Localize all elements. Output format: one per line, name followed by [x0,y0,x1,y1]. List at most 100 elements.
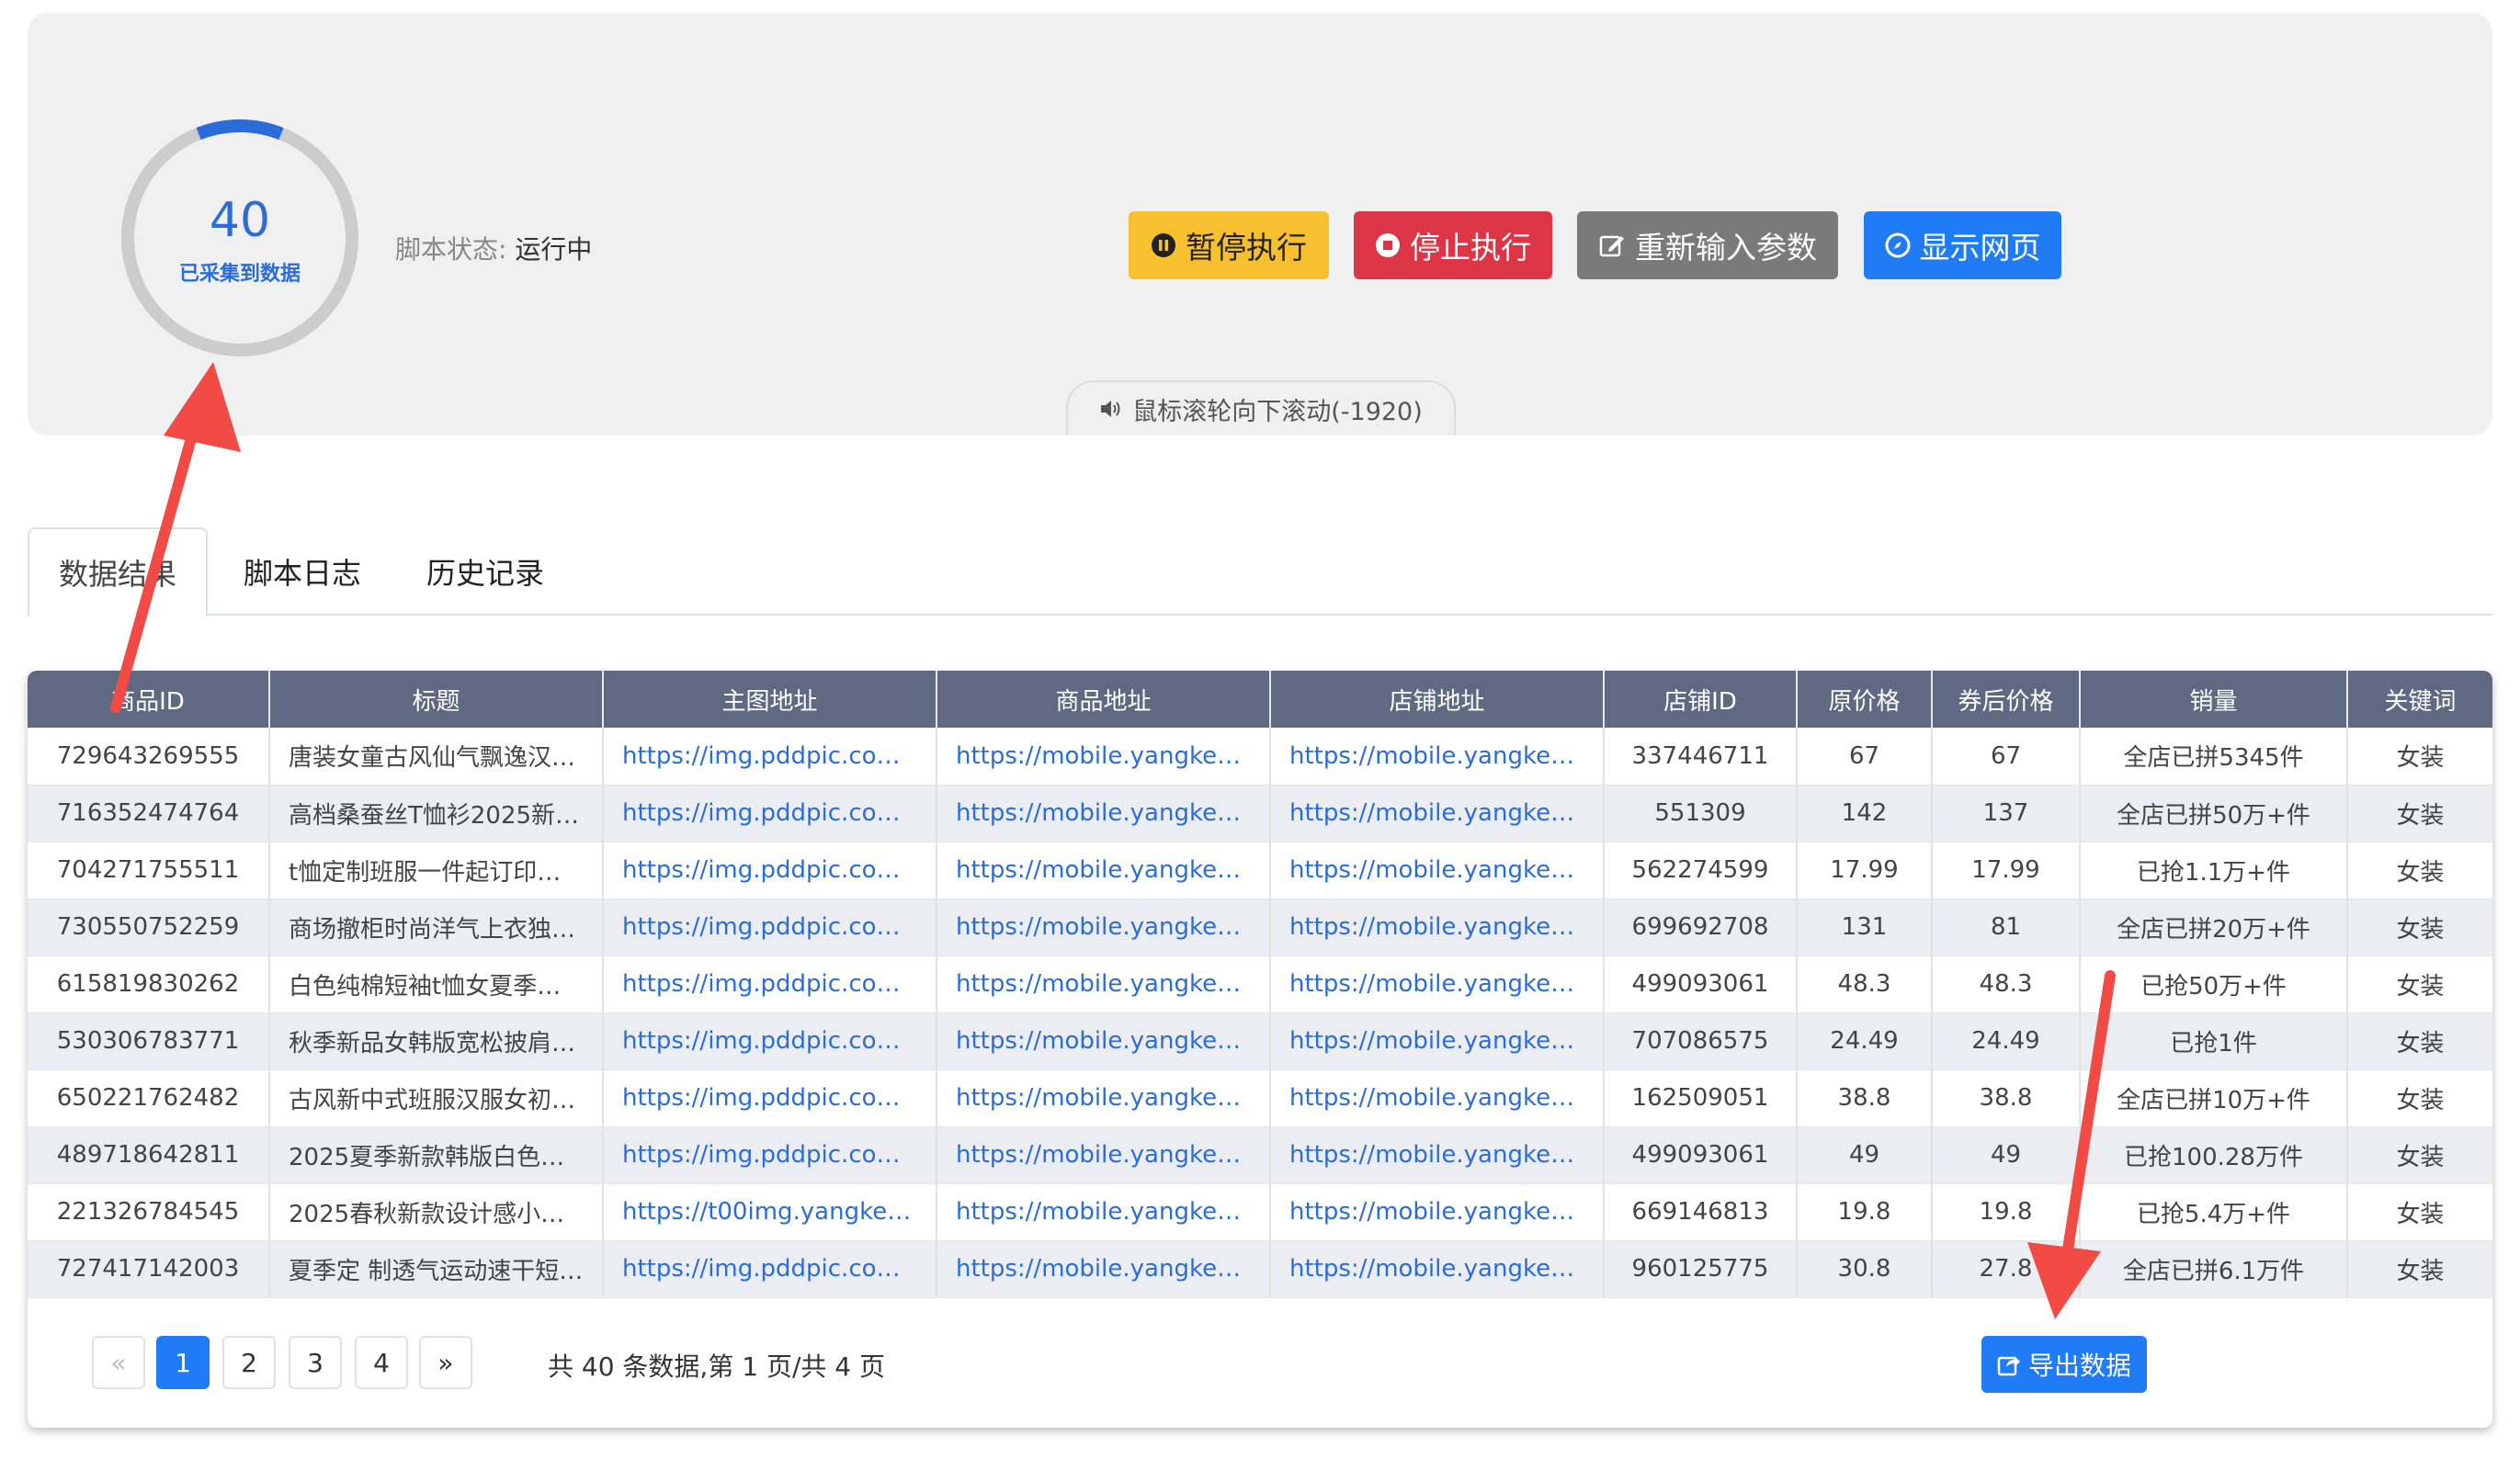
table-row[interactable]: 730550752259 商场撤柜时尚洋气上衣独… https://img.pddp… [28,899,2492,956]
data-table-card: 商品ID 标题 主图地址 商品地址 店铺地址 店铺ID 原价格 券后价格 销量 … [28,671,2492,1428]
table-cell: 高档桑蚕丝T恤衫2025新… [269,785,604,842]
table-cell: 19.8 [1797,1183,1933,1241]
scroll-indicator: 鼠标滚轮向下滚动(-1920) [1066,380,1456,435]
column-header[interactable]: 原价格 [1797,671,1933,728]
table-cell-link[interactable]: https://mobile.yangkeduo.… [936,956,1271,1013]
column-header[interactable]: 标题 [269,671,604,728]
table-cell-link[interactable]: https://mobile.yangkeduo.… [936,1240,1271,1298]
table-cell-link[interactable]: https://img.pddpic.com/g… [603,842,937,899]
table-cell: 67 [1932,728,2081,786]
table-row[interactable]: 716352474764 高档桑蚕丝T恤衫2025新… https://img.pd… [28,785,2492,842]
export-data-button[interactable]: 导出数据 [1981,1336,2147,1393]
table-cell: 67 [1797,728,1933,786]
table-cell-link[interactable]: https://mobile.yangkeduo.… [936,1012,1271,1070]
table-cell: 女装 [2347,842,2492,899]
table-cell-link[interactable]: https://mobile.yangkeduo.… [936,899,1271,956]
show-page-button[interactable]: 显示网页 [1864,211,2061,279]
tab-script-log[interactable]: 脚本日志 [215,527,390,616]
table-row[interactable]: 489718642811 2025夏季新款韩版白色纯… https://img.pd… [28,1126,2492,1184]
table-row[interactable]: 615819830262 白色纯棉短袖t恤女夏季宽… https://img.pdd… [28,956,2492,1013]
table-cell-link[interactable]: https://mobile.yangkeduo.… [1270,1183,1605,1241]
table-row[interactable]: 530306783771 秋季新品女韩版宽松披肩… https://img.pddp… [28,1012,2492,1070]
table-cell-link[interactable]: https://img.pddpic.com/… [603,956,937,1013]
stop-button[interactable]: 停止执行 [1354,211,1552,279]
table-cell-link[interactable]: https://mobile.yangkeduo.… [936,1069,1271,1127]
table-cell-link[interactable]: https://mobile.yangkeduo.… [1270,1069,1605,1127]
compass-icon [1885,232,1910,258]
table-cell: 女装 [2347,1126,2492,1184]
data-table: 商品ID 标题 主图地址 商品地址 店铺地址 店铺ID 原价格 券后价格 销量 … [28,671,2492,1298]
tab-data-results[interactable]: 数据结果 [28,527,208,617]
column-header[interactable]: 销量 [2080,671,2348,728]
table-cell-link[interactable]: https://t00img.yangkeduo… [603,1183,937,1241]
table-cell-link[interactable]: https://mobile.yangkeduo.… [1270,842,1605,899]
table-cell-link[interactable]: https://mobile.yangkeduo.… [1270,899,1605,956]
column-header[interactable]: 券后价格 [1932,671,2081,728]
table-cell: 27.8 [1932,1240,2081,1298]
column-header[interactable]: 关键词 [2347,671,2492,728]
table-row[interactable]: 727417142003 夏季定 制透气运动速干短… https://img.pdd… [28,1240,2492,1298]
table-cell-link[interactable]: https://img.pddpic.com/g… [603,1126,937,1184]
table-cell-link[interactable]: https://mobile.yangkeduo.… [936,1126,1271,1184]
page-number: 4 [373,1347,390,1378]
column-header[interactable]: 店铺地址 [1270,671,1605,728]
table-row[interactable]: 704271755511 t恤定制班服一件起订印字… https://img.pdd… [28,842,2492,899]
table-cell: 2025夏季新款韩版白色纯… [269,1126,604,1184]
page-button-4[interactable]: 4 [355,1336,408,1389]
column-header[interactable]: 店铺ID [1604,671,1798,728]
tab-history[interactable]: 历史记录 [395,527,575,616]
table-cell: 730550752259 [28,899,270,956]
table-cell: 727417142003 [28,1240,270,1298]
table-row[interactable]: 221326784545 2025春秋新款设计感小众… https://t00img… [28,1183,2492,1241]
table-cell: 131 [1797,899,1933,956]
column-header[interactable]: 商品ID [28,671,270,728]
table-cell-link[interactable]: https://img.pddpic.com/… [603,899,937,956]
table-cell: 729643269555 [28,728,270,786]
stop-button-label: 停止执行 [1410,230,1531,266]
table-cell: 古风新中式班服汉服女初… [269,1069,604,1127]
table-cell-link[interactable]: https://img.pddpic.com/… [603,1069,937,1127]
table-cell-link[interactable]: https://img.pddpic.com/… [603,728,937,786]
table-row[interactable]: 650221762482 古风新中式班服汉服女初… https://img.pddp… [28,1069,2492,1127]
progress-ring: 40 已采集到数据 [119,118,360,358]
table-cell-link[interactable]: https://img.pddpic.com/g… [603,785,937,842]
table-cell-link[interactable]: https://img.pddpic.com/… [603,1012,937,1070]
table-cell-link[interactable]: https://mobile.yangkeduo.… [1270,728,1605,786]
page-next-button[interactable]: » [419,1336,472,1389]
table-cell: 19.8 [1932,1183,2081,1241]
column-header[interactable]: 商品地址 [936,671,1271,728]
table-cell-link[interactable]: https://img.pddpic.com/… [603,1240,937,1298]
table-cell-link[interactable]: https://mobile.yangkeduo.… [936,728,1271,786]
script-status-value: 运行中 [515,234,593,265]
page-button-1[interactable]: 1 [156,1336,210,1389]
table-cell: 49 [1797,1126,1933,1184]
status-panel: 40 已采集到数据 脚本状态: 运行中 暂停执行 停止执行 重新输入参数 显示网… [28,13,2492,435]
table-cell-link[interactable]: https://mobile.yangkeduo.… [1270,1126,1605,1184]
table-cell-link[interactable]: https://mobile.yangkeduo.… [936,785,1271,842]
table-cell-link[interactable]: https://mobile.yangkeduo.… [936,842,1271,899]
table-cell: 女装 [2347,956,2492,1013]
table-cell: 24.49 [1932,1012,2081,1070]
page-prev-button[interactable]: « [92,1336,145,1389]
table-cell-link[interactable]: https://mobile.yangkeduo.… [1270,1240,1605,1298]
table-cell: 女装 [2347,899,2492,956]
table-cell: 已抢100.28万件 [2080,1126,2348,1184]
table-row[interactable]: 729643269555 唐装女童古风仙气飘逸汉… https://img.pddp… [28,728,2492,786]
reenter-params-button[interactable]: 重新输入参数 [1577,211,1838,279]
table-header-row: 商品ID 标题 主图地址 商品地址 店铺地址 店铺ID 原价格 券后价格 销量 … [28,671,2492,728]
edit-icon [1599,235,1624,257]
table-cell: 499093061 [1604,956,1798,1013]
page-button-2[interactable]: 2 [222,1336,276,1389]
table-cell: 669146813 [1604,1183,1798,1241]
table-cell-link[interactable]: https://mobile.yangkeduo.… [1270,956,1605,1013]
page-prev-label: « [110,1347,127,1378]
table-cell: 全店已拼20万+件 [2080,899,2348,956]
table-cell-link[interactable]: https://mobile.yangkeduo.… [936,1183,1271,1241]
table-cell: 已抢5.4万+件 [2080,1183,2348,1241]
page-button-3[interactable]: 3 [289,1336,342,1389]
script-status: 脚本状态: 运行中 [395,230,592,266]
column-header[interactable]: 主图地址 [603,671,937,728]
table-cell-link[interactable]: https://mobile.yangkeduo.… [1270,785,1605,842]
table-cell-link[interactable]: https://mobile.yangkeduo.… [1270,1012,1605,1070]
pause-button[interactable]: 暂停执行 [1129,211,1329,279]
